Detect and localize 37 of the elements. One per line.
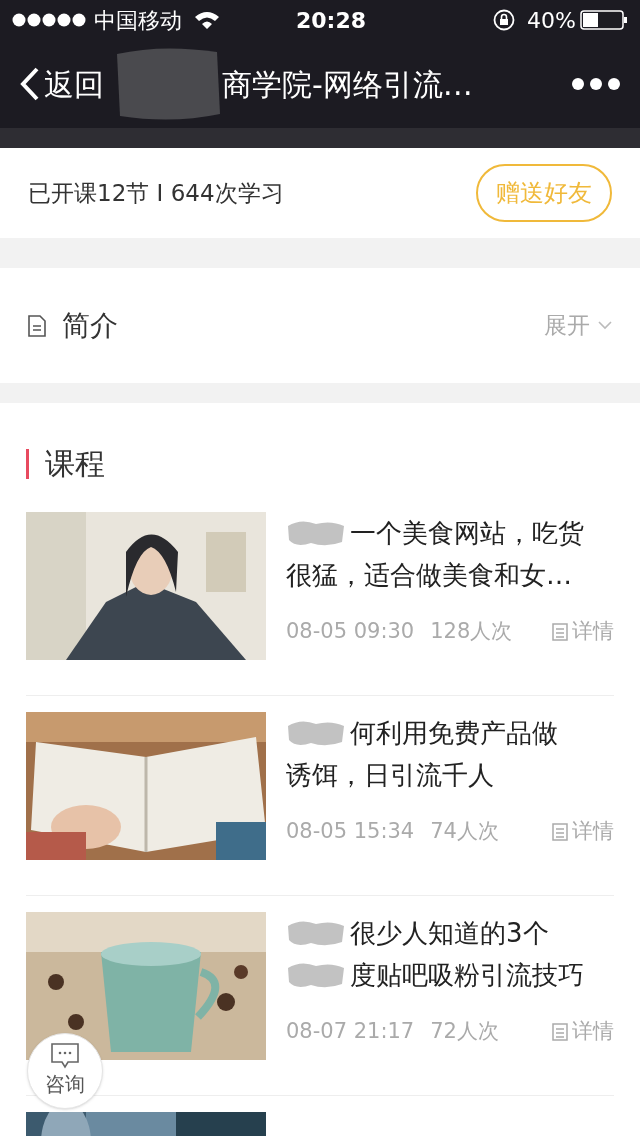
back-icon	[20, 67, 40, 101]
list-icon	[552, 1022, 568, 1041]
back-button[interactable]: 返回	[20, 61, 104, 107]
course-title: 度贴吧吸粉引流技巧	[350, 958, 584, 992]
course-title: 很猛，适合做美食和女…	[286, 558, 572, 592]
course-stats: 已开课12节 I 644次学习	[28, 178, 284, 208]
expand-button[interactable]: 展开	[544, 308, 612, 343]
document-icon	[28, 314, 46, 337]
section-marker	[26, 448, 29, 479]
detail-link[interactable]: 详情	[552, 816, 614, 848]
wifi-icon	[194, 10, 220, 30]
course-time: 08-07 21:17	[286, 1018, 415, 1045]
rotation-lock-icon	[493, 9, 516, 31]
course-title: 诱饵，日引流千人	[286, 758, 494, 792]
intro-label: 简介	[62, 307, 118, 344]
carrier-name: 中国移动	[94, 6, 182, 35]
clock: 20:28	[296, 6, 367, 35]
chevron-icon	[598, 321, 612, 330]
course-title: 一个美食网站，吃货	[350, 516, 584, 550]
page-title: 商学院-网络引流…	[222, 65, 473, 104]
view-count: 128人次	[430, 618, 513, 645]
list-icon	[552, 622, 568, 641]
view-count: 74人次	[430, 818, 499, 845]
signal-icon	[12, 13, 86, 27]
detail-link[interactable]: 详情	[552, 1016, 614, 1048]
section-heading: 课程	[45, 445, 105, 483]
battery-percent: 40%	[527, 6, 576, 35]
course-title: 何利用免费产品做	[350, 716, 558, 750]
course-title: 很少人知道的3个	[350, 916, 549, 950]
detail-link[interactable]: 详情	[552, 616, 614, 648]
chat-icon	[51, 1043, 79, 1069]
list-icon	[552, 822, 568, 841]
course-time: 08-05 09:30	[286, 618, 415, 645]
battery-icon	[580, 10, 628, 30]
view-count: 72人次	[430, 1018, 499, 1045]
course-time: 08-05 15:34	[286, 818, 415, 845]
gift-button[interactable]: 赠送好友	[476, 164, 612, 222]
